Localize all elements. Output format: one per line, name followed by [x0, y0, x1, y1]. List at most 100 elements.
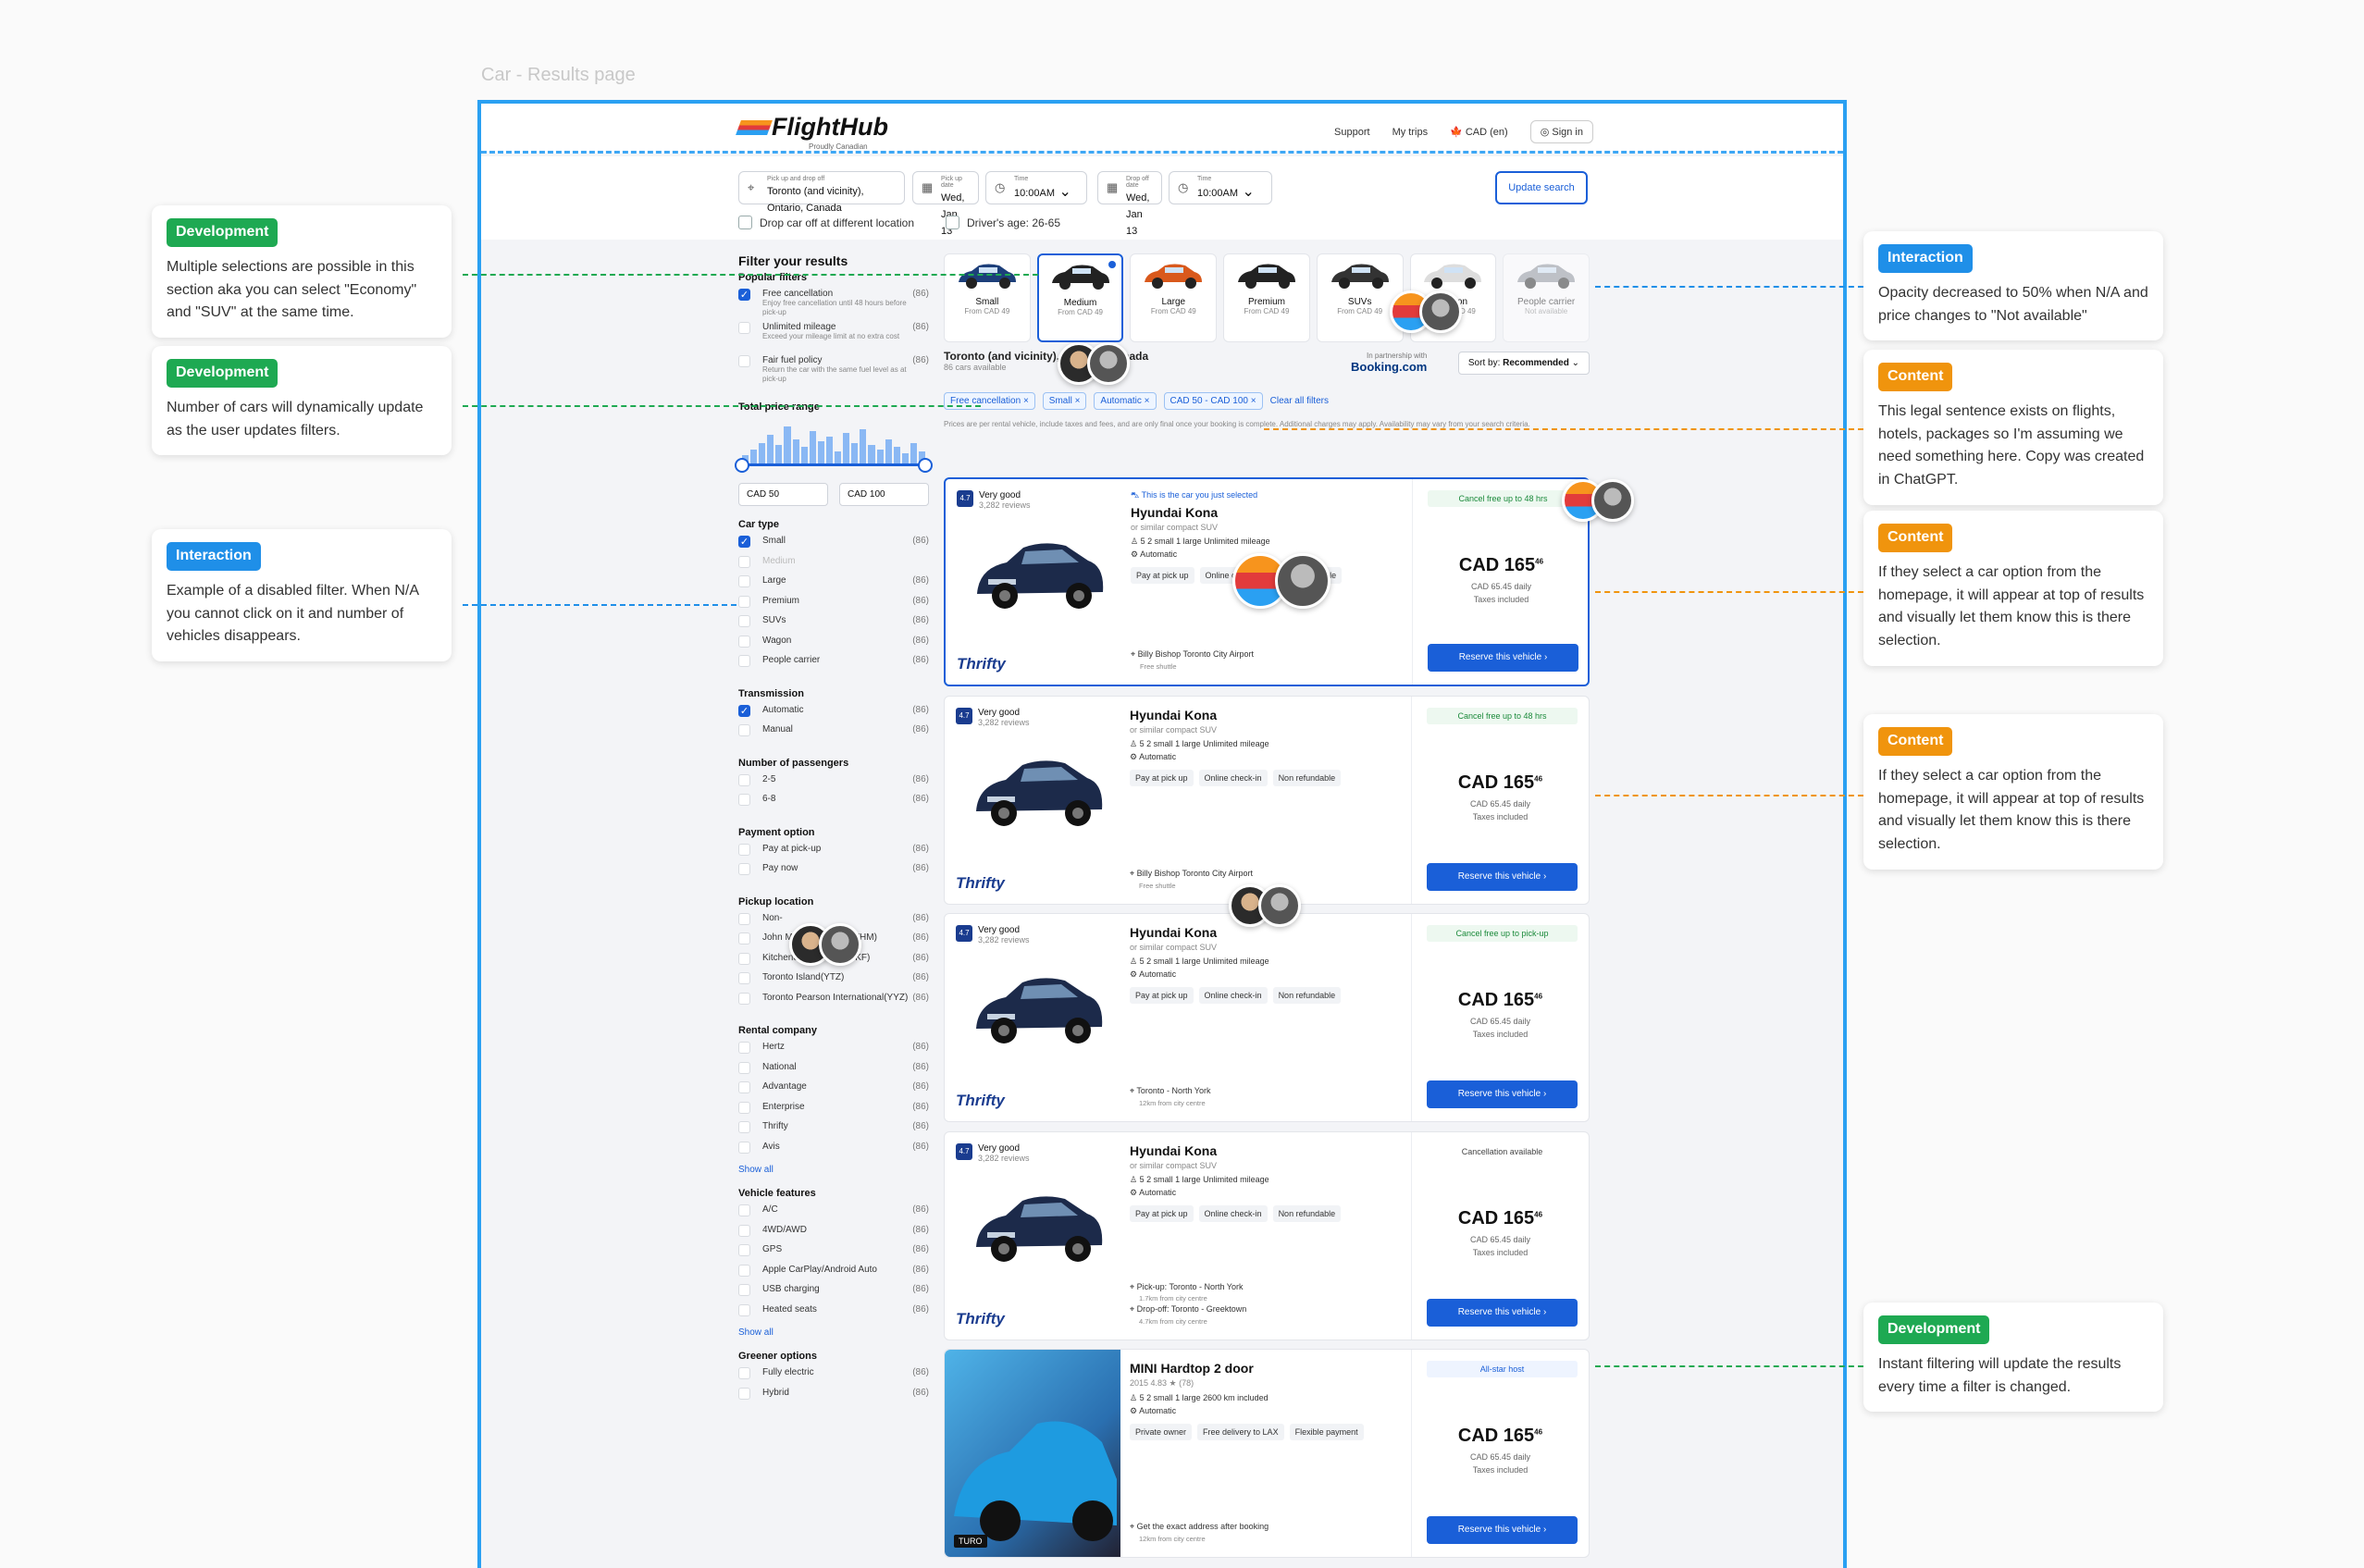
filter-rental-item[interactable]: National (86) [738, 1061, 929, 1082]
car-name[interactable]: MINI Hardtop 2 door [1130, 1361, 1407, 1376]
checkbox[interactable] [738, 322, 750, 334]
checkbox[interactable] [738, 724, 750, 736]
checkbox[interactable]: ✓ [738, 289, 750, 301]
checkbox[interactable] [738, 1244, 750, 1256]
sort-dropdown[interactable]: Sort by: Recommended ⌄ [1457, 352, 1590, 375]
checkbox[interactable] [738, 595, 750, 608]
nav-my-trips[interactable]: My trips [1392, 127, 1429, 138]
reserve-button[interactable]: Reserve this vehicle › [1428, 644, 1578, 672]
checkbox[interactable] [738, 932, 750, 945]
filter-cartype-item[interactable]: SUVs (86) [738, 615, 929, 636]
filter-rental-item[interactable]: Avis (86) [738, 1141, 929, 1162]
car-category-0[interactable]: Small From CAD 49 [944, 253, 1031, 342]
pickup-date-field[interactable]: ▦ Pick up date Wed, Jan 13 [912, 171, 979, 237]
checkbox[interactable]: ✓ [738, 536, 750, 548]
checkbox[interactable] [738, 1204, 750, 1216]
filter-features-item[interactable]: A/C (86) [738, 1204, 929, 1225]
checkbox[interactable] [738, 1101, 750, 1114]
nav-support[interactable]: Support [1334, 127, 1370, 138]
checkbox[interactable] [738, 863, 750, 875]
filter-popular-item[interactable]: ✓ Free cancellation Enjoy free cancellatio… [738, 289, 929, 322]
checkbox[interactable] [738, 655, 750, 667]
flighthub-logo[interactable]: FlightHub Proudly Canadian [736, 113, 888, 151]
checkbox[interactable] [738, 1264, 750, 1277]
filter-cartype-item[interactable]: Large (86) [738, 575, 929, 596]
filter-features-item[interactable]: GPS (86) [738, 1244, 929, 1265]
car-category-2[interactable]: Large From CAD 49 [1130, 253, 1218, 342]
filter-cartype-item[interactable]: Premium (86) [738, 595, 929, 616]
filter-rental-item[interactable]: Enterprise (86) [738, 1101, 929, 1122]
checkbox[interactable] [738, 1224, 750, 1237]
car-name[interactable]: Hyundai Kona [1131, 505, 1408, 520]
checkbox[interactable] [738, 1367, 750, 1379]
checkbox[interactable] [738, 635, 750, 648]
car-category-3[interactable]: Premium From CAD 49 [1223, 253, 1310, 342]
car-category-1[interactable]: Medium From CAD 49 [1036, 253, 1124, 342]
drop-different-location[interactable]: Drop car off at different location [738, 216, 914, 229]
checkbox[interactable]: ✓ [738, 704, 750, 717]
show-all-link[interactable]: Show all [738, 1327, 929, 1338]
price-min-handle[interactable] [735, 458, 749, 473]
checkbox[interactable] [738, 1284, 750, 1296]
filter-green-item[interactable]: Hybrid (86) [738, 1387, 929, 1408]
filter-trans-item[interactable]: ✓ Automatic (86) [738, 704, 929, 725]
filter-cartype-item[interactable]: Wagon (86) [738, 635, 929, 656]
checkbox[interactable] [738, 615, 750, 627]
checkbox[interactable] [738, 912, 750, 925]
show-all-link[interactable]: Show all [738, 1165, 929, 1175]
checkbox[interactable] [946, 216, 959, 229]
filter-popular-item[interactable]: Unlimited mileage Exceed your mileage lim… [738, 322, 929, 355]
filter-cartype-item[interactable]: People carrier (86) [738, 655, 929, 675]
dropoff-date-field[interactable]: ▦ Drop off date Wed, Jan 13 [1097, 171, 1162, 237]
filter-pickup-item[interactable]: Toronto Pearson International(YYZ) (86) [738, 992, 929, 1013]
filter-pay-item[interactable]: Pay now (86) [738, 863, 929, 883]
pickup-time-field[interactable]: ◷ Time 10:00AM ⌄ [985, 171, 1087, 204]
dropoff-time-field[interactable]: ◷ Time 10:00AM ⌄ [1169, 171, 1272, 204]
filter-rental-item[interactable]: Thrifty (86) [738, 1121, 929, 1142]
pickup-location-field[interactable]: ⌖ Pick up and drop off Toronto (and vicini… [738, 171, 905, 214]
checkbox[interactable] [738, 355, 750, 367]
checkbox[interactable] [738, 575, 750, 587]
reserve-button[interactable]: Reserve this vehicle › [1427, 1516, 1578, 1544]
filter-rental-item[interactable]: Hertz (86) [738, 1042, 929, 1062]
filter-features-item[interactable]: 4WD/AWD (86) [738, 1224, 929, 1245]
checkbox[interactable] [738, 1081, 750, 1093]
checkbox[interactable] [738, 794, 750, 806]
filter-pickup-item[interactable]: Toronto Island(YTZ) (86) [738, 972, 929, 993]
checkbox[interactable] [738, 1387, 750, 1400]
driver-age[interactable]: Driver's age: 26-65 [946, 216, 1060, 229]
filter-pass-item[interactable]: 2-5 (86) [738, 773, 929, 795]
currency-selector[interactable]: 🍁 CAD (en) [1450, 126, 1508, 138]
checkbox[interactable] [738, 1061, 750, 1074]
filter-features-item[interactable]: USB charging (86) [738, 1284, 929, 1304]
reserve-button[interactable]: Reserve this vehicle › [1427, 1080, 1578, 1108]
price-max-handle[interactable] [918, 458, 933, 473]
filter-green-item[interactable]: Fully electric (86) [738, 1367, 929, 1388]
checkbox[interactable] [738, 843, 750, 856]
price-min-input[interactable]: CAD 50 [738, 483, 828, 506]
car-name[interactable]: Hyundai Kona [1130, 925, 1407, 940]
checkbox[interactable] [738, 972, 750, 984]
car-name[interactable]: Hyundai Kona [1130, 708, 1407, 722]
filter-features-item[interactable]: Heated seats (86) [738, 1303, 929, 1325]
checkbox[interactable] [738, 952, 750, 965]
update-search-button[interactable]: Update search [1495, 171, 1588, 204]
checkbox[interactable] [738, 1042, 750, 1054]
filter-cartype-item[interactable]: ✓ Small (86) [738, 536, 929, 556]
filter-rental-item[interactable]: Advantage (86) [738, 1081, 929, 1102]
filter-features-item[interactable]: Apple CarPlay/Android Auto (86) [738, 1264, 929, 1285]
reserve-button[interactable]: Reserve this vehicle › [1427, 1299, 1578, 1327]
checkbox[interactable] [738, 1141, 750, 1154]
filter-popular-item[interactable]: Fair fuel policy Return the car with the … [738, 355, 929, 389]
checkbox[interactable] [738, 992, 750, 1005]
car-name[interactable]: Hyundai Kona [1130, 1143, 1407, 1158]
filter-pass-item[interactable]: 6-8 (86) [738, 794, 929, 814]
checkbox[interactable] [738, 773, 750, 786]
checkbox[interactable] [738, 1121, 750, 1133]
sign-in-button[interactable]: ◎ Sign in [1529, 120, 1593, 143]
reserve-button[interactable]: Reserve this vehicle › [1427, 863, 1578, 891]
checkbox[interactable] [738, 1303, 750, 1316]
price-max-input[interactable]: CAD 100 [839, 483, 929, 506]
checkbox[interactable] [738, 216, 752, 229]
filter-trans-item[interactable]: Manual (86) [738, 724, 929, 745]
